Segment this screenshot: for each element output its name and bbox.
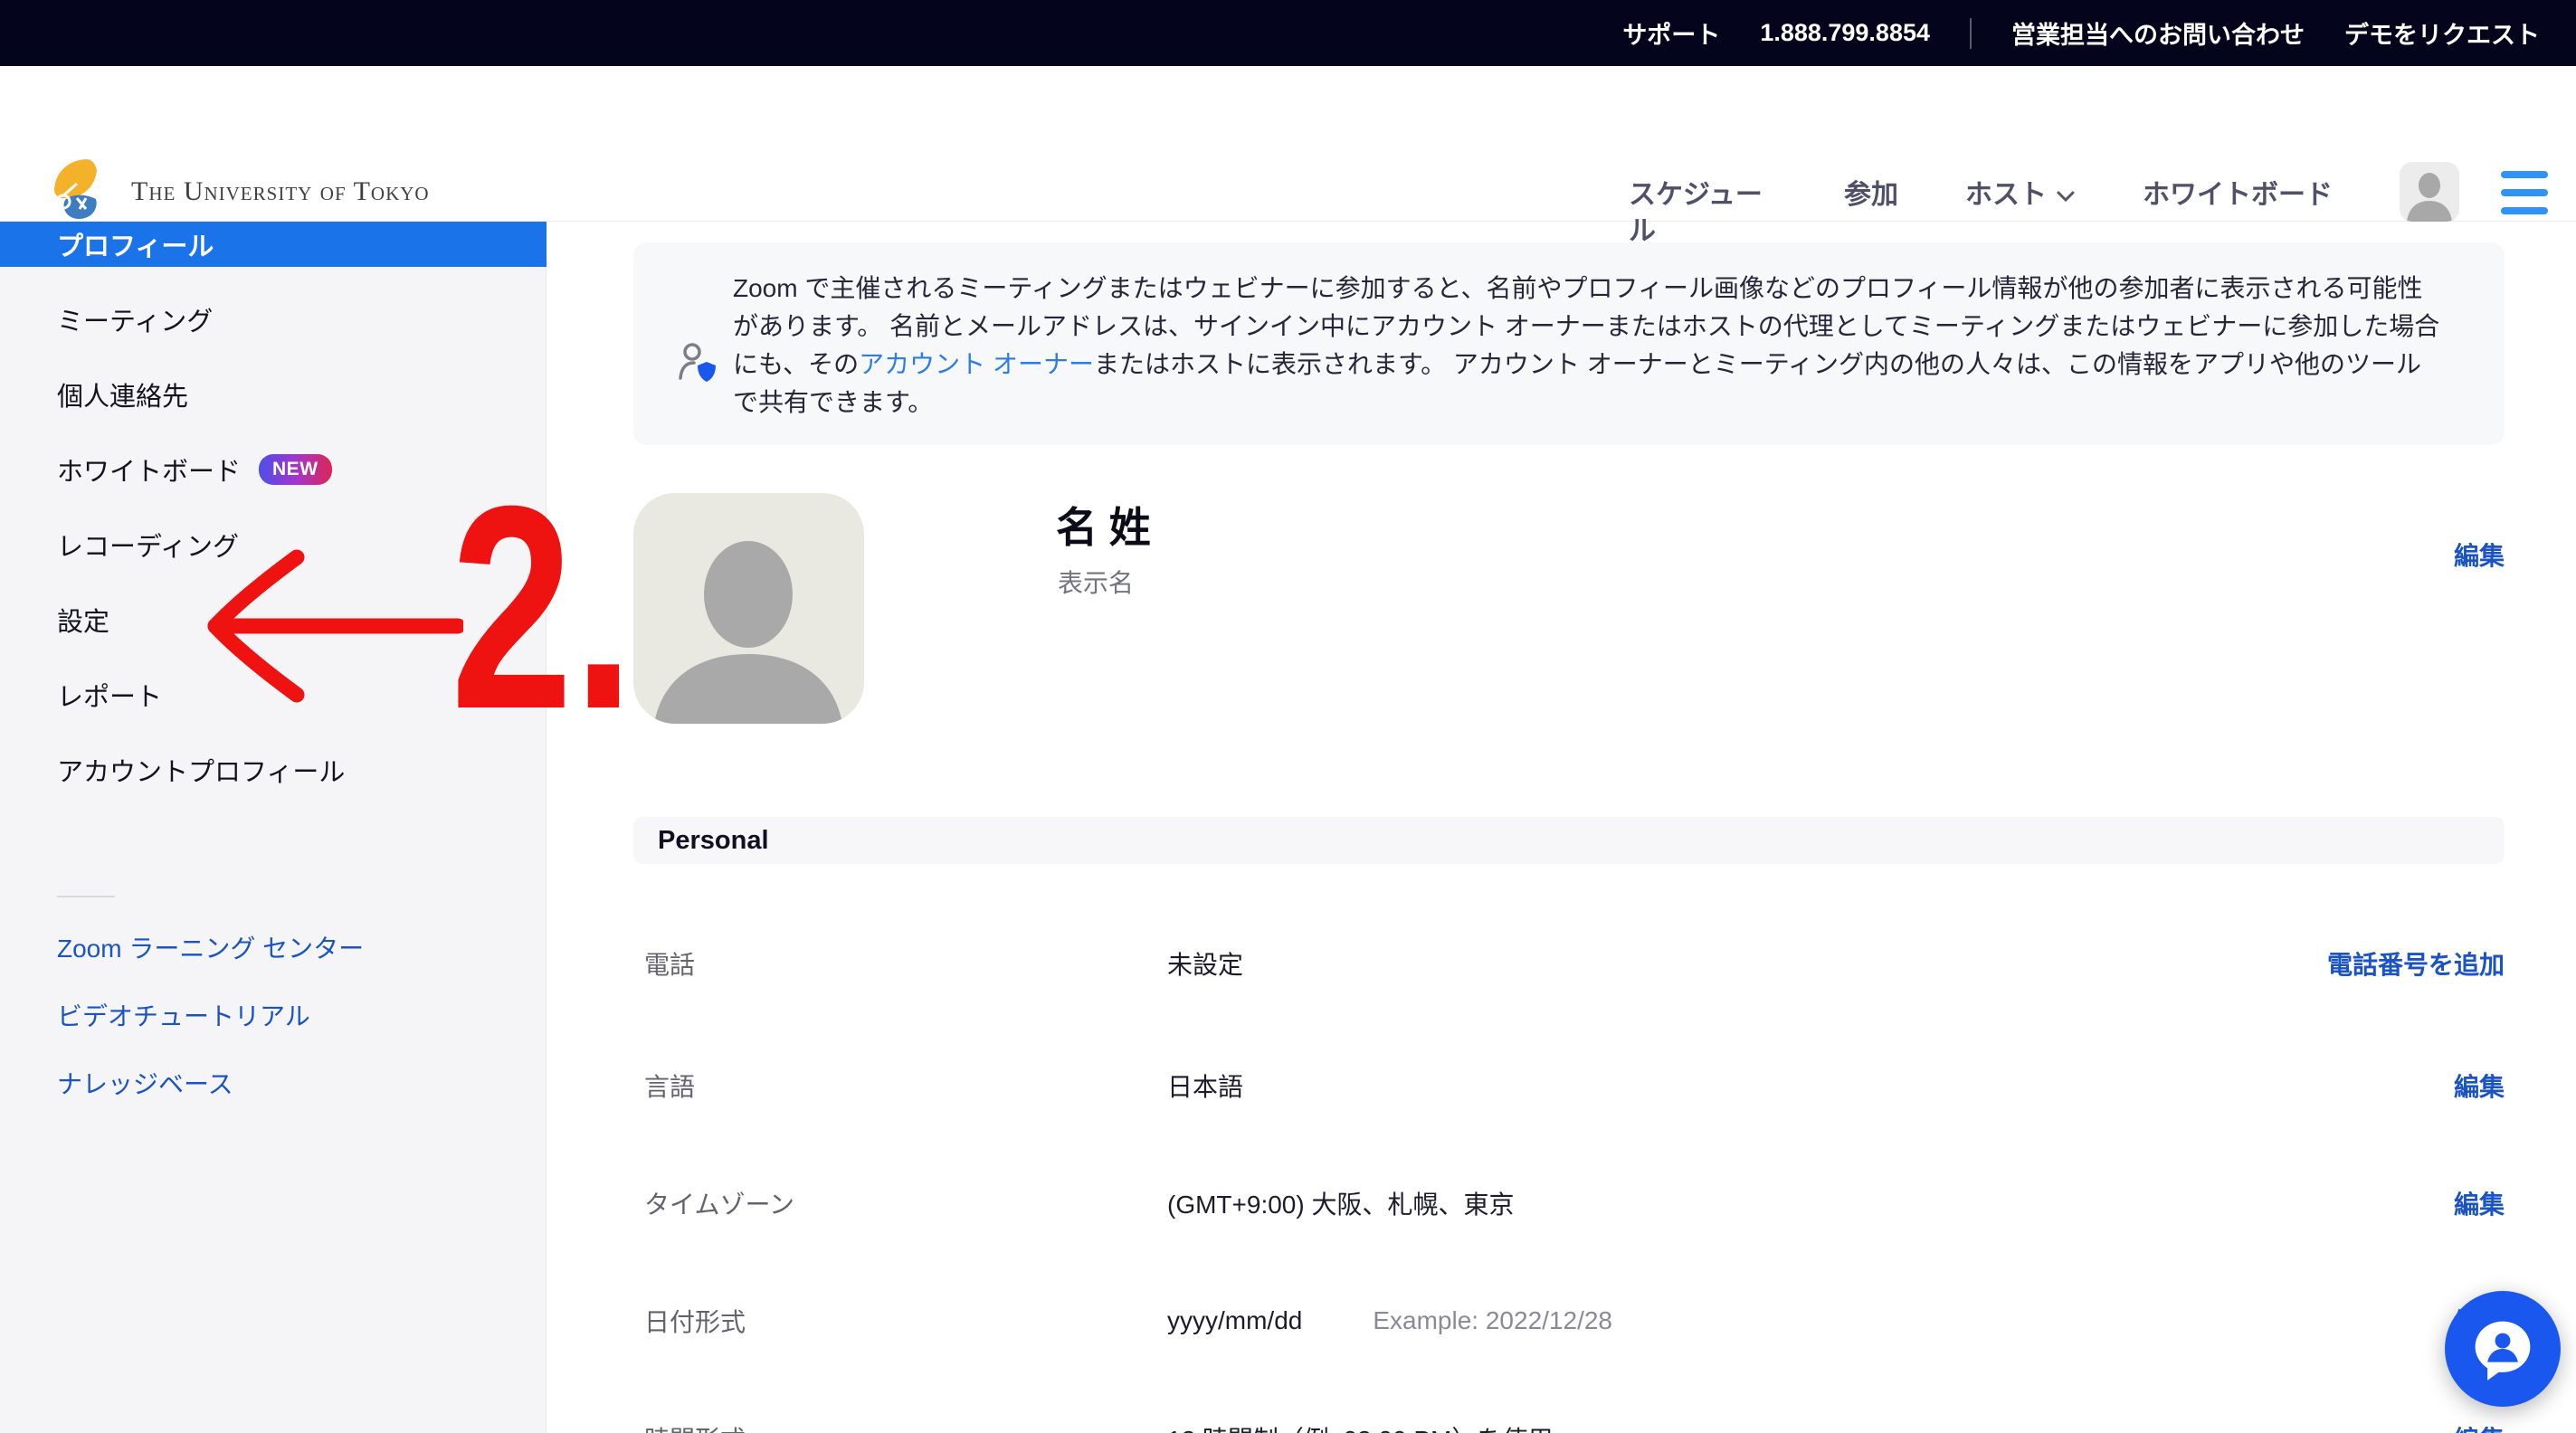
request-demo-link[interactable]: デモをリクエスト xyxy=(2344,15,2540,51)
main-content: Zoom で主催されるミーティングまたはウェビナーに参加すると、名前やプロフィー… xyxy=(547,222,2576,1433)
person-shield-icon xyxy=(677,342,720,390)
row-label: 日付形式 xyxy=(644,1303,1167,1339)
sidebar-item-account-profile[interactable]: アカウントプロフィール xyxy=(0,747,547,792)
profile-display-name: 表示名 xyxy=(1058,564,1134,600)
chevron-down-icon xyxy=(2056,177,2076,214)
person-silhouette-icon xyxy=(633,493,864,724)
sidebar-item-profile[interactable]: プロフィール xyxy=(0,222,547,267)
row-label: 時間形式 xyxy=(644,1420,1167,1433)
personal-section-header: Personal xyxy=(633,817,2505,864)
person-icon xyxy=(2400,162,2459,222)
profile-name: 名 姓 xyxy=(1056,495,1151,555)
profile-edit-link[interactable]: 編集 xyxy=(2324,536,2505,573)
phone-number[interactable]: 1.888.799.8854 xyxy=(1760,19,1930,47)
row-label: 電話 xyxy=(644,945,1167,982)
row-value: yyyy/mm/dd xyxy=(1167,1306,1302,1335)
sidebar-item-settings[interactable]: 設定 xyxy=(0,597,547,642)
top-utility-bar: サポート 1.888.799.8854 営業担当へのお問い合わせ デモをリクエス… xyxy=(0,0,2576,66)
account-owner-link[interactable]: アカウント オーナー xyxy=(859,350,1094,378)
row-value: (GMT+9:00) 大阪、札幌、東京 xyxy=(1167,1185,1514,1221)
site-header: The University of Tokyo スケジュール 参加 ホスト ホワ… xyxy=(0,66,2576,222)
nav-schedule[interactable]: スケジュール xyxy=(1629,177,1777,250)
nav-whiteboard[interactable]: ホワイトボード xyxy=(2143,177,2333,214)
support-link[interactable]: サポート xyxy=(1622,15,1720,51)
row-label: 言語 xyxy=(644,1068,1167,1104)
language-row: 言語 日本語 編集 xyxy=(633,1066,2505,1106)
sidebar-item-whiteboard[interactable]: ホワイトボード NEW xyxy=(0,447,547,492)
nav-host-label: ホスト xyxy=(1965,177,2047,214)
sidebar-item-meetings[interactable]: ミーティング xyxy=(0,297,547,342)
sidebar-item-contacts[interactable]: 個人連絡先 xyxy=(0,372,547,417)
add-phone-link[interactable]: 電話番号を追加 xyxy=(2327,945,2505,982)
sidebar-item-reports[interactable]: レポート xyxy=(0,672,547,717)
sidebar-item-recordings[interactable]: レコーディング xyxy=(0,522,547,567)
sidebar-link-knowledge-base[interactable]: ナレッジベース xyxy=(0,1065,547,1101)
chat-person-icon xyxy=(2470,1316,2535,1381)
time-format-row: 時間形式 12 時間制（例: 02:00 PM）を使用 編集 xyxy=(633,1419,2505,1433)
university-of-tokyo-logo[interactable]: The University of Tokyo xyxy=(50,157,430,226)
row-value: 12 時間制（例: 02:00 PM）を使用 xyxy=(1167,1420,1553,1433)
chat-support-button[interactable] xyxy=(2445,1291,2561,1407)
privacy-info-banner: Zoom で主催されるミーティングまたはウェビナーに参加すると、名前やプロフィー… xyxy=(633,242,2505,445)
phone-row: 電話 未設定 電話番号を追加 xyxy=(633,944,2505,983)
sidebar-divider xyxy=(57,896,115,897)
privacy-info-text: Zoom で主催されるミーティングまたはウェビナーに参加すると、名前やプロフィー… xyxy=(733,270,2443,422)
edit-time-format-link[interactable]: 編集 xyxy=(2454,1420,2505,1433)
topbar-divider xyxy=(1970,18,1972,49)
header-nav: スケジュール 参加 ホスト ホワイトボード xyxy=(1629,177,2333,250)
row-value: 未設定 xyxy=(1167,945,1243,982)
row-value: 日本語 xyxy=(1167,1068,1243,1104)
nav-join[interactable]: 参加 xyxy=(1844,177,1898,214)
new-badge: NEW xyxy=(259,454,332,485)
hamburger-menu-icon[interactable] xyxy=(2501,171,2548,214)
edit-timezone-link[interactable]: 編集 xyxy=(2454,1185,2505,1221)
nav-host-menu[interactable]: ホスト xyxy=(1965,177,2076,214)
sidebar-link-video-tutorials[interactable]: ビデオチュートリアル xyxy=(0,997,547,1033)
sidebar: プロフィール ミーティング 個人連絡先 ホワイトボード NEW レコーディング … xyxy=(0,222,547,1433)
logo-text: The University of Tokyo xyxy=(131,176,430,207)
timezone-row: タイムゾーン (GMT+9:00) 大阪、札幌、東京 編集 xyxy=(633,1183,2505,1223)
contact-sales-link[interactable]: 営業担当へのお問い合わせ xyxy=(2011,15,2305,51)
sidebar-link-learning-center[interactable]: Zoom ラーニング センター xyxy=(0,929,547,965)
date-format-example: Example: 2022/12/28 xyxy=(1373,1306,1612,1335)
account-avatar-button[interactable] xyxy=(2400,162,2459,222)
profile-avatar[interactable] xyxy=(633,493,864,724)
edit-language-link[interactable]: 編集 xyxy=(2454,1068,2505,1104)
ginkgo-leaf-icon xyxy=(50,157,115,226)
zoom-profile-page: サポート 1.888.799.8854 営業担当へのお問い合わせ デモをリクエス… xyxy=(0,0,2576,1433)
row-label: タイムゾーン xyxy=(644,1185,1167,1221)
date-format-row: 日付形式 yyyy/mm/dd Example: 2022/12/28 編集 xyxy=(633,1301,2505,1341)
